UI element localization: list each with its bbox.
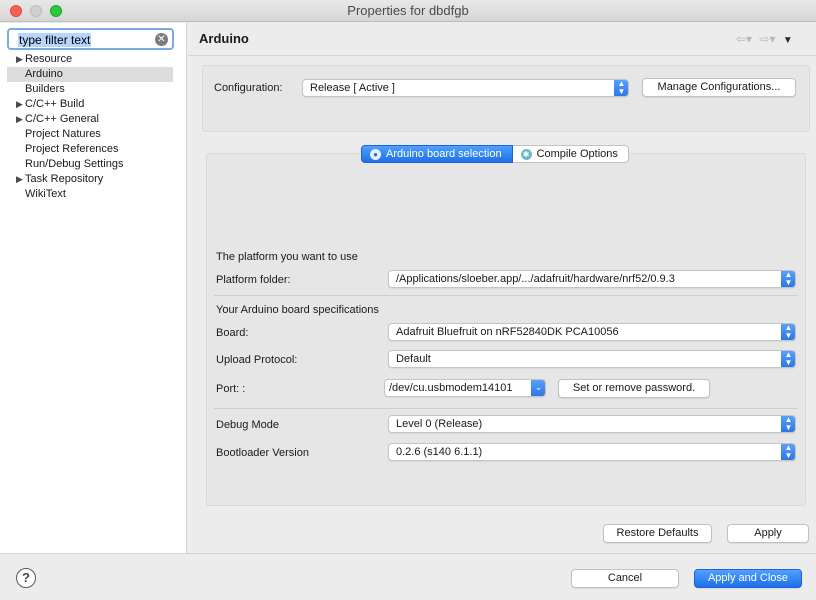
tree-item-builders[interactable]: Builders — [7, 82, 173, 97]
board-icon: ● — [370, 148, 381, 160]
board-select[interactable]: Adafruit Bluefruit on nRF52840DK PCA1005… — [388, 323, 796, 341]
bootloader-version-value: 0.2.6 (s140 6.1.1) — [396, 446, 483, 458]
tree-item-arduino[interactable]: Arduino — [7, 67, 173, 82]
tree-item-label: Resource — [25, 53, 73, 65]
tree-item-label: C/C++ Build — [25, 98, 85, 110]
chevron-updown-icon: ▲ ▼ — [781, 324, 795, 340]
tree-item-cpp-general[interactable]: ▶ C/C++ General — [7, 112, 173, 127]
tree-item-resource[interactable]: ▶ Resource — [7, 52, 173, 67]
expand-arrow-icon[interactable]: ▶ — [16, 52, 23, 67]
bootloader-version-select[interactable]: 0.2.6 (s140 6.1.1) ▲ ▼ — [388, 443, 796, 461]
close-window-button[interactable] — [10, 5, 22, 17]
upload-protocol-label: Upload Protocol: — [216, 354, 298, 366]
filter-placeholder: type filter text — [18, 33, 92, 47]
properties-window: Properties for dbdfgb type filter text ✕… — [0, 0, 816, 600]
manage-configurations-button[interactable]: Manage Configurations... — [642, 78, 796, 97]
maximize-window-button[interactable] — [50, 5, 62, 17]
debug-mode-select[interactable]: Level 0 (Release) ▲ ▼ — [388, 415, 796, 433]
apply-button[interactable]: Apply — [727, 524, 809, 543]
expand-arrow-icon[interactable]: ▶ — [16, 112, 23, 127]
chevron-updown-icon: ▲ ▼ — [781, 416, 795, 432]
tab-compile-options[interactable]: ✱ Compile Options — [512, 145, 629, 163]
expand-arrow-icon[interactable]: ▶ — [16, 97, 23, 112]
footer-divider — [0, 553, 816, 554]
chevron-updown-icon: ▲ ▼ — [781, 444, 795, 460]
page-title: Arduino — [199, 31, 249, 46]
tree-item-wikitext[interactable]: WikiText — [7, 187, 173, 202]
port-select[interactable]: /dev/cu.usbmodem14101 ⌄ — [384, 379, 546, 397]
configuration-value: Release [ Active ] — [310, 82, 395, 94]
left-panel: type filter text ✕ ▶ Resource Arduino Bu… — [0, 23, 187, 553]
tab-label: Arduino board selection — [386, 148, 502, 160]
back-arrow-icon[interactable]: ⇦▾ — [736, 32, 752, 46]
tab-label: Compile Options — [536, 148, 618, 160]
page-navigation: ⇦▾ ⇨▾ ▼ — [736, 32, 797, 46]
tree-item-label: C/C++ General — [25, 113, 99, 125]
configuration-label: Configuration: — [214, 82, 283, 94]
upload-protocol-value: Default — [396, 353, 431, 365]
tree-item-label: Run/Debug Settings — [25, 158, 124, 170]
minimize-window-button[interactable] — [30, 5, 42, 17]
tree-item-project-references[interactable]: Project References — [7, 142, 173, 157]
tab-bar: ● Arduino board selection ✱ Compile Opti… — [361, 145, 629, 163]
debug-mode-value: Level 0 (Release) — [396, 418, 483, 430]
bootloader-version-label: Bootloader Version — [216, 447, 309, 459]
board-value: Adafruit Bluefruit on nRF52840DK PCA1005… — [396, 326, 619, 338]
chevron-updown-icon: ▲ ▼ — [781, 271, 795, 287]
clear-filter-icon[interactable]: ✕ — [155, 33, 168, 46]
configuration-group — [202, 65, 810, 132]
tree-item-label: WikiText — [25, 188, 66, 200]
port-value: /dev/cu.usbmodem14101 — [389, 382, 513, 394]
tree-item-label: Task Repository — [25, 173, 104, 185]
platform-heading: The platform you want to use — [216, 251, 358, 263]
tree-item-cpp-build[interactable]: ▶ C/C++ Build — [7, 97, 173, 112]
expand-arrow-icon[interactable]: ▶ — [16, 172, 23, 187]
tree-item-project-natures[interactable]: Project Natures — [7, 127, 173, 142]
header-divider — [188, 55, 816, 56]
chevron-updown-icon: ▲ ▼ — [781, 351, 795, 367]
configuration-select[interactable]: Release [ Active ] ▲ ▼ — [302, 79, 629, 97]
cancel-button[interactable]: Cancel — [571, 569, 679, 588]
chevron-down-icon: ⌄ — [531, 380, 545, 396]
chevron-updown-icon: ▲ ▼ — [614, 80, 628, 96]
tab-arduino-board-selection[interactable]: ● Arduino board selection — [361, 145, 513, 163]
apply-and-close-button[interactable]: Apply and Close — [694, 569, 802, 588]
tree-item-label: Arduino — [25, 68, 63, 80]
tree-item-label: Builders — [25, 83, 65, 95]
board-heading: Your Arduino board specifications — [216, 304, 379, 316]
platform-folder-value: /Applications/sloeber.app/.../adafruit/h… — [396, 273, 675, 285]
view-menu-icon[interactable]: ▼ — [783, 35, 793, 46]
restore-defaults-button[interactable]: Restore Defaults — [603, 524, 712, 543]
section-divider — [214, 295, 798, 296]
window-title: Properties for dbdfgb — [347, 3, 469, 18]
tree-item-task-repository[interactable]: ▶ Task Repository — [7, 172, 173, 187]
tree-item-label: Project Natures — [25, 128, 101, 140]
help-icon[interactable]: ? — [16, 568, 36, 588]
debug-mode-label: Debug Mode — [216, 419, 279, 431]
set-password-button[interactable]: Set or remove password. — [558, 379, 710, 398]
forward-arrow-icon[interactable]: ⇨▾ — [759, 32, 775, 46]
tree-item-label: Project References — [25, 143, 119, 155]
upload-protocol-select[interactable]: Default ▲ ▼ — [388, 350, 796, 368]
gear-icon: ✱ — [520, 148, 532, 160]
board-label: Board: — [216, 327, 249, 339]
platform-folder-label: Platform folder: — [216, 274, 291, 286]
tree-item-run-debug-settings[interactable]: Run/Debug Settings — [7, 157, 173, 172]
port-label: Port: : — [216, 383, 246, 395]
section-divider — [214, 408, 798, 409]
title-bar: Properties for dbdfgb — [0, 0, 816, 22]
filter-input[interactable]: type filter text ✕ — [7, 28, 174, 50]
platform-folder-select[interactable]: /Applications/sloeber.app/.../adafruit/h… — [388, 270, 796, 288]
property-tree: ▶ Resource Arduino Builders ▶ C/C++ Buil… — [7, 52, 173, 202]
